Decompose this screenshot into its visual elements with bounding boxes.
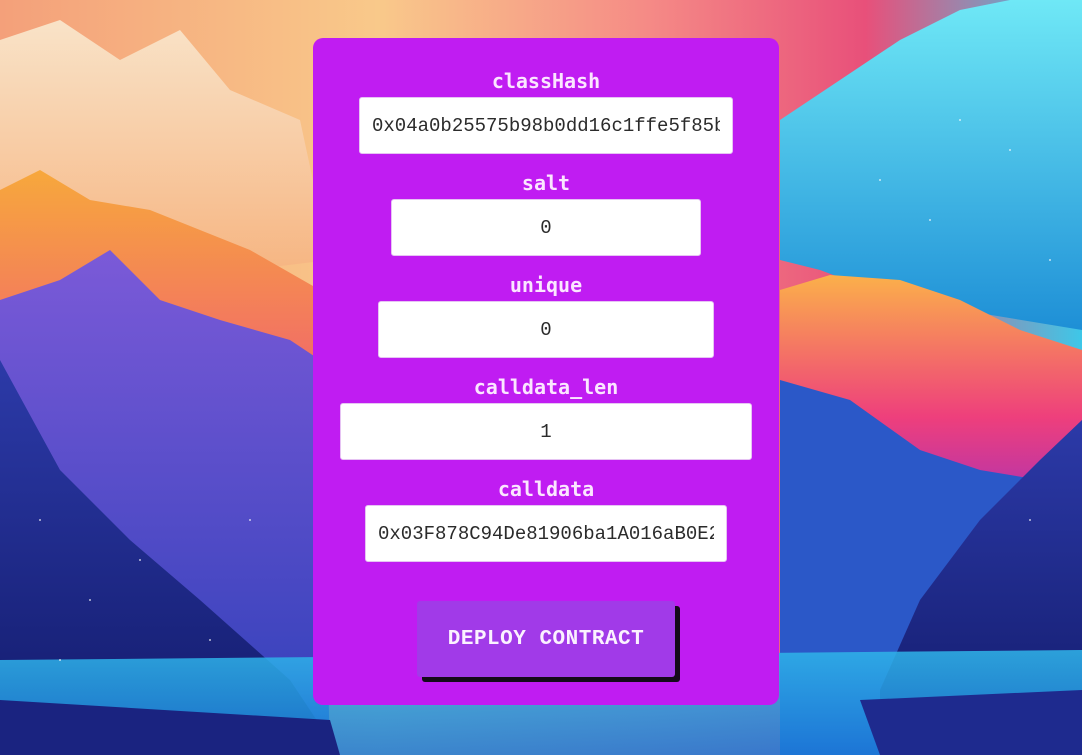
unique-input[interactable] [378, 301, 714, 358]
salt-label: salt [521, 171, 571, 195]
classhash-label: classHash [491, 69, 601, 93]
calldata-input[interactable] [365, 505, 727, 562]
calldata-len-label: calldata_len [473, 375, 619, 399]
unique-label: unique [509, 273, 583, 297]
deploy-form-card: classHash salt unique calldata_len calld… [313, 38, 779, 705]
calldata-label: calldata [497, 477, 595, 501]
salt-input[interactable] [391, 199, 701, 256]
deploy-contract-button[interactable]: DEPLOY CONTRACT [417, 601, 675, 677]
calldata-len-input[interactable] [340, 403, 752, 460]
classhash-input[interactable] [359, 97, 733, 154]
